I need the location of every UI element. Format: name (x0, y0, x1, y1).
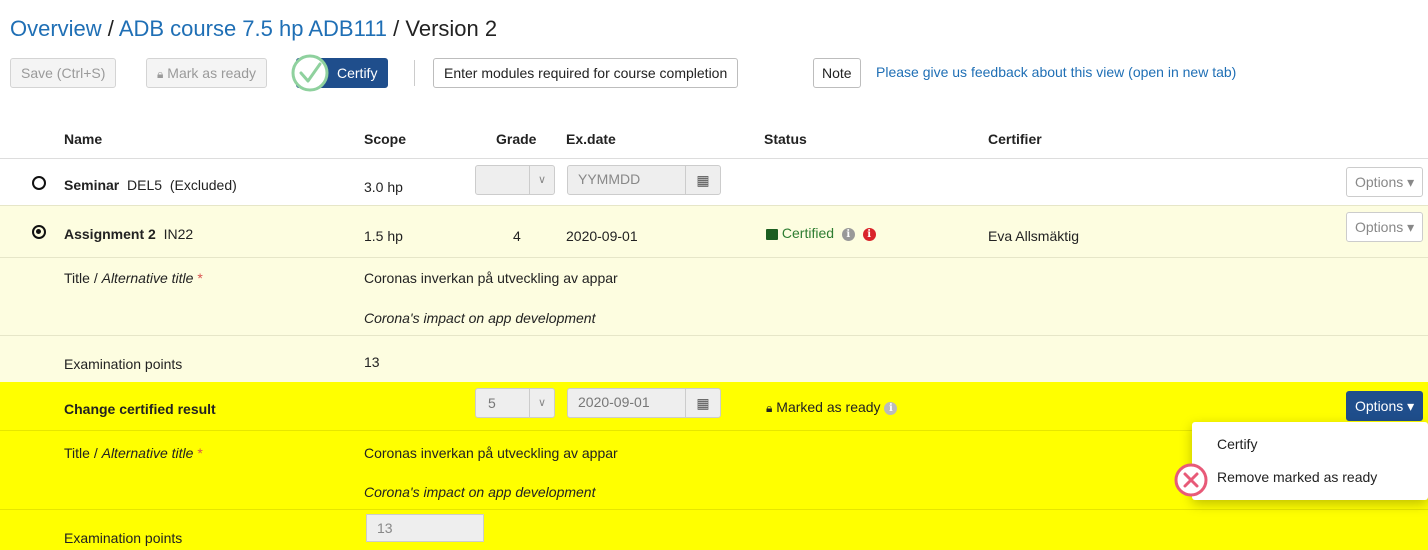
status-label: Marked as ready (776, 399, 881, 415)
info-icon[interactable]: i (841, 227, 855, 241)
points-label: Examination points (64, 530, 183, 546)
assignment-name-cell: Assignment 2 IN22 (64, 226, 193, 242)
mark-as-ready-label: Mark as ready (167, 65, 256, 81)
options-button[interactable]: Options ▾ (1346, 212, 1424, 242)
lock-icon: 🔒︎ (766, 401, 773, 415)
certify-label: Certify (337, 65, 378, 81)
change-points-row: Examination points (0, 509, 1428, 550)
column-header-grade: Grade (496, 131, 537, 147)
exdate-input[interactable]: YYMMDD ▦ (567, 165, 721, 195)
scope-value: 3.0 hp (364, 179, 403, 195)
options-dropdown-menu: Certify Remove marked as ready (1192, 422, 1428, 500)
exdate-input[interactable]: 2020-09-01 ▦ (567, 388, 721, 418)
breadcrumb-separator: / (101, 16, 119, 41)
points-label: Examination points (64, 356, 183, 372)
status-certified: Certified i i (766, 225, 876, 241)
breadcrumb: Overview / ADB course 7.5 hp ADB111 / Ve… (10, 16, 497, 42)
highlight-remove-icon (1174, 463, 1208, 497)
status-marked-ready: 🔒︎ Marked as ready i (766, 399, 898, 416)
options-label: Options (1355, 219, 1404, 235)
alt-title-value: Corona's impact on app development (364, 484, 596, 500)
title-label-text: Title / (64, 445, 102, 461)
calendar-icon[interactable]: ▦ (685, 389, 720, 417)
change-certified-label: Change certified result (64, 401, 216, 417)
module-code: IN22 (163, 226, 194, 242)
grade-select[interactable]: 5 ∨ (475, 388, 555, 418)
alt-title-label: Alternative title (101, 270, 194, 286)
lock-icon: 🔒︎ (157, 67, 164, 81)
certifier-value: Eva Allsmäktig (988, 228, 1080, 244)
scope-value: 1.5 hp (364, 228, 403, 244)
menu-item-remove-marked-ready[interactable]: Remove marked as ready (1217, 469, 1377, 485)
alt-title-value: Corona's impact on app development (364, 310, 596, 326)
note-button[interactable]: Note (813, 58, 861, 88)
column-header-status: Status (764, 131, 807, 147)
assignment-title-row: Title / Alternative title * Coronas inve… (0, 257, 1428, 335)
options-button[interactable]: Options ▾ (1346, 167, 1424, 197)
module-name: Assignment 2 (64, 226, 156, 242)
enter-modules-button[interactable]: Enter modules required for course comple… (433, 58, 739, 88)
module-code: DEL5 (127, 177, 163, 193)
options-label: Options (1355, 174, 1404, 190)
title-label: Title / Alternative title * (64, 270, 203, 286)
column-header-scope: Scope (364, 131, 407, 147)
status-label: Certified (781, 225, 835, 241)
module-name: Seminar (64, 177, 120, 193)
table-row-seminar: Seminar DEL5 (Excluded) 3.0 hp ∨ YYMMDD … (0, 159, 1428, 205)
required-mark: * (193, 270, 203, 286)
column-header-name: Name (64, 131, 103, 147)
column-header-certifier: Certifier (988, 131, 1042, 147)
title-value: Coronas inverkan på utveckling av appar (364, 270, 618, 286)
breadcrumb-course-link[interactable]: ADB course 7.5 hp ADB111 (119, 16, 387, 41)
points-input[interactable]: 13 (366, 514, 484, 542)
row-radio[interactable] (32, 176, 46, 190)
breadcrumb-overview-link[interactable]: Overview (10, 16, 102, 41)
exdate-value: 2020-09-01 (566, 228, 638, 244)
grade-value: 4 (513, 228, 521, 244)
module-excluded-note: (Excluded) (169, 177, 237, 193)
chevron-down-icon: ∨ (529, 389, 554, 417)
column-header-exdate: Ex.date (566, 131, 616, 147)
info-icon[interactable]: i (884, 401, 898, 415)
required-mark: * (193, 445, 203, 461)
options-button-open[interactable]: Options ▾ (1346, 391, 1424, 421)
mark-as-ready-button[interactable]: 🔒︎ Mark as ready (146, 58, 267, 88)
alt-title-label: Alternative title (101, 445, 194, 461)
breadcrumb-current-version: Version 2 (405, 16, 498, 41)
menu-item-certify[interactable]: Certify (1217, 436, 1257, 452)
points-value: 13 (364, 354, 380, 370)
table-row-assignment: Assignment 2 IN22 1.5 hp 4 2020-09-01 Ce… (0, 205, 1428, 257)
options-label: Options (1355, 398, 1404, 414)
grade-value: 5 (488, 395, 496, 411)
title-value: Coronas inverkan på utveckling av appar (364, 445, 618, 461)
feedback-link[interactable]: Please give us feedback about this view … (876, 64, 1236, 80)
save-button[interactable]: Save (Ctrl+S) (10, 58, 117, 88)
calendar-icon[interactable]: ▦ (685, 166, 720, 194)
date-placeholder: YYMMDD (578, 171, 641, 187)
row-radio-selected[interactable] (32, 225, 46, 239)
title-label: Title / Alternative title * (64, 445, 203, 461)
highlight-check-icon (291, 54, 329, 92)
grade-select[interactable]: ∨ (475, 165, 555, 195)
toolbar-divider (414, 60, 415, 86)
certified-icon (766, 228, 778, 240)
date-value: 2020-09-01 (578, 394, 650, 410)
chevron-down-icon: ∨ (529, 166, 554, 194)
breadcrumb-separator: / (387, 16, 406, 41)
seminar-name-cell: Seminar DEL5 (Excluded) (64, 177, 237, 193)
title-label-text: Title / (64, 270, 102, 286)
assignment-points-row: Examination points 13 (0, 335, 1428, 382)
alert-info-icon[interactable]: i (862, 227, 876, 241)
